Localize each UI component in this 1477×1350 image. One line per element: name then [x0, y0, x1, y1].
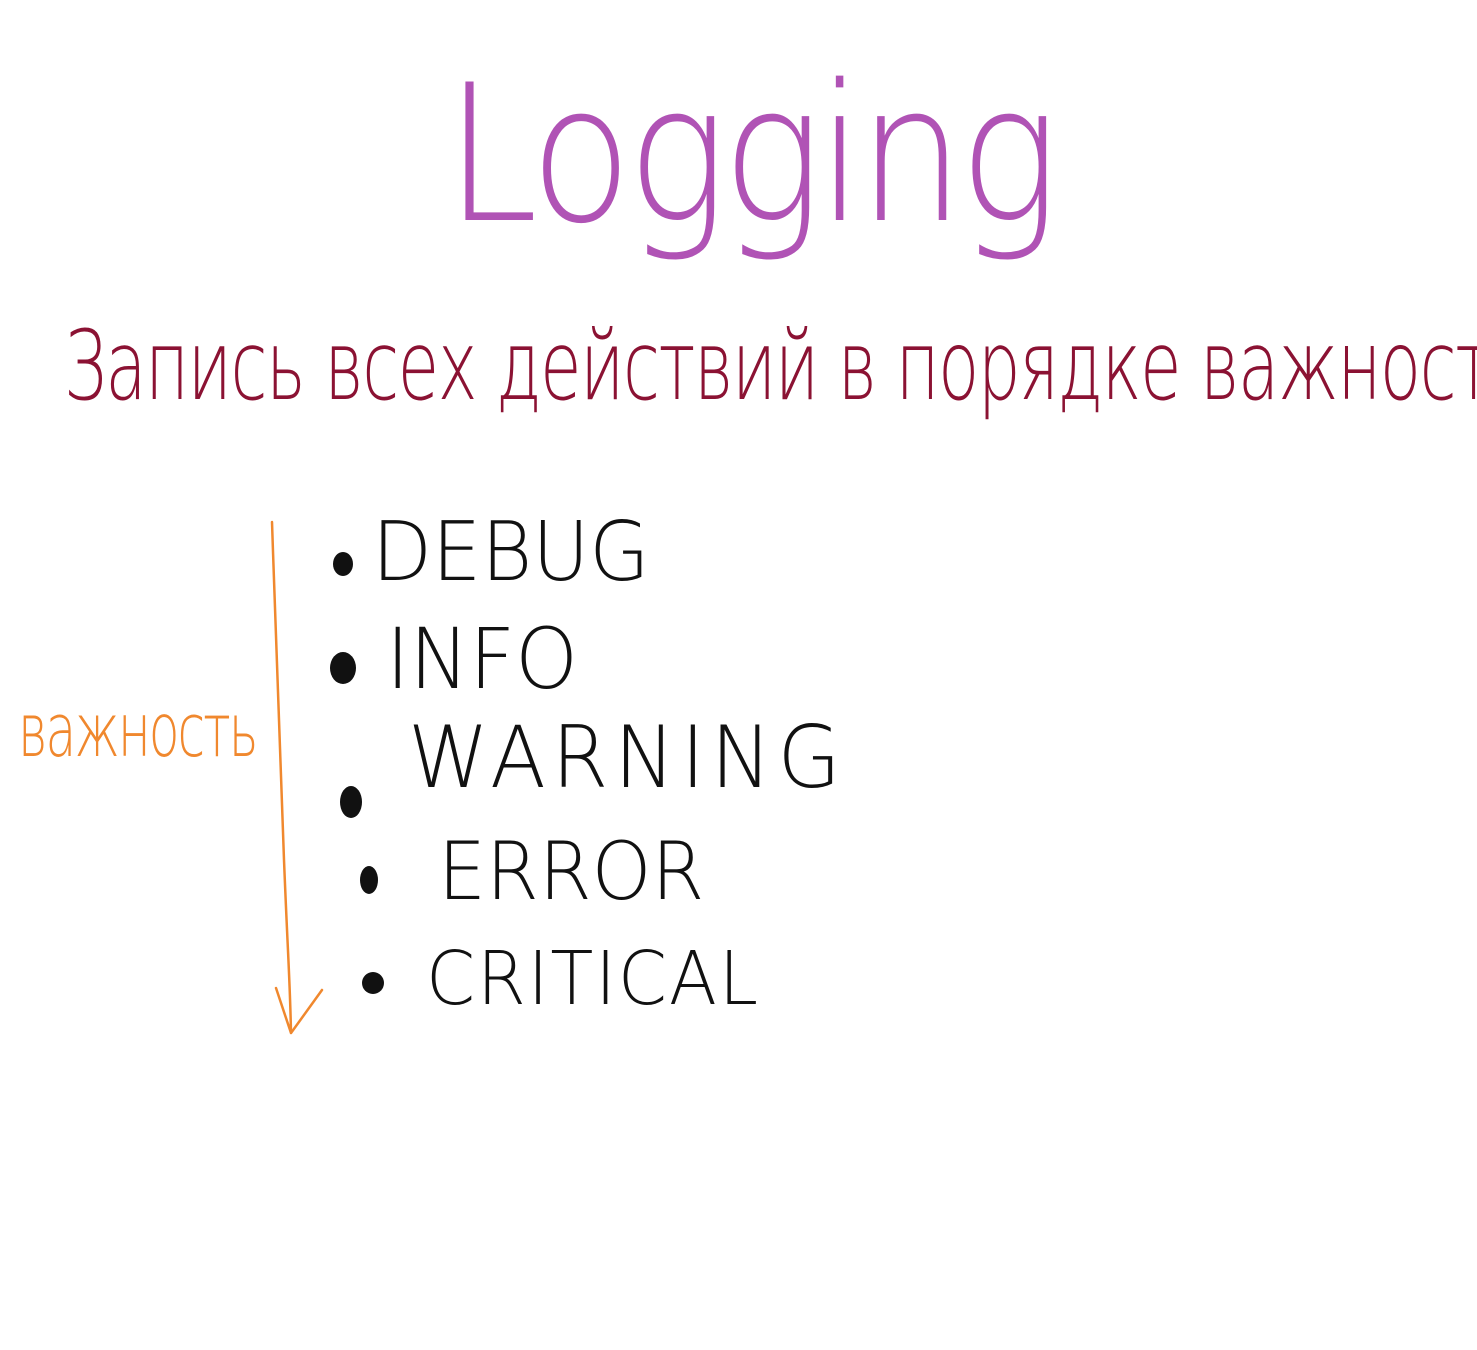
level-warning: WARNING — [408, 708, 847, 808]
level-critical: CRITICAL — [426, 936, 760, 1022]
importance-arrow-head — [274, 986, 324, 1035]
importance-arrow-shaft — [270, 520, 293, 1035]
level-bullet-info — [330, 652, 356, 684]
diagram-subtitle: Запись всех действий в порядке важности — [64, 310, 1477, 422]
level-bullet-error — [360, 866, 378, 894]
level-error: ERROR — [438, 825, 705, 918]
whiteboard-canvas: Logging Запись всех действий в порядке в… — [0, 0, 1477, 1350]
level-debug: DEBUG — [372, 505, 650, 600]
level-info: INFO — [386, 610, 578, 708]
level-bullet-critical — [362, 972, 384, 994]
level-bullet-warning — [340, 786, 362, 818]
importance-axis-label: важность — [18, 688, 258, 774]
level-bullet-debug — [333, 552, 353, 576]
diagram-title: Logging — [445, 44, 1059, 265]
